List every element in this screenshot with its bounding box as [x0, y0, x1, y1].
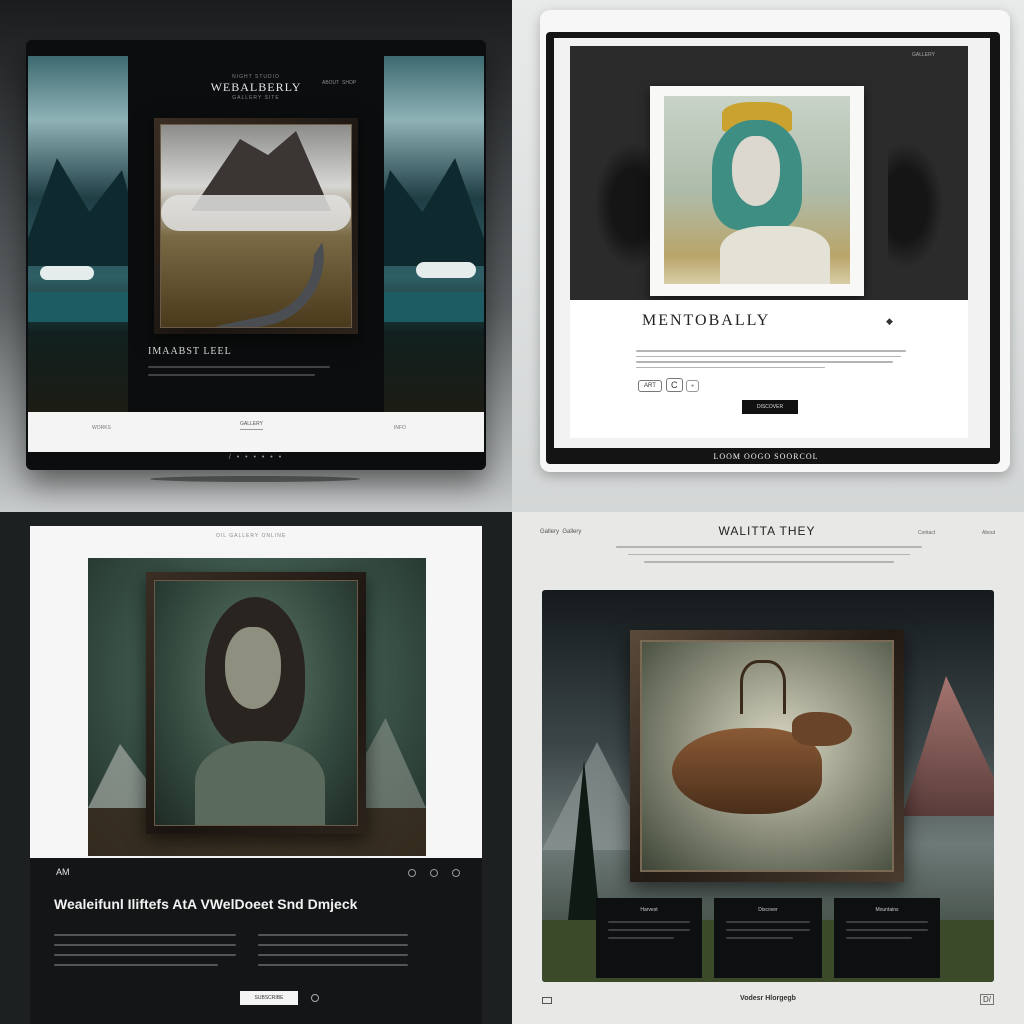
footer-link-works[interactable]: WORKS — [92, 425, 111, 431]
nav-about[interactable]: About — [982, 530, 995, 536]
site-subtitle: GALLERY SITE — [232, 95, 280, 101]
tag-art[interactable]: ART — [638, 380, 662, 392]
footer-left-icon[interactable] — [542, 997, 552, 1004]
circle-icon-3[interactable] — [452, 869, 460, 877]
monitor-frame: GALLERY MENTOBALLY ◆ ART C ● DISCOVER LO… — [540, 10, 1010, 472]
antlers — [740, 660, 786, 714]
circle-icon-4[interactable] — [311, 994, 319, 1002]
card-mountains[interactable]: Mountains — [834, 898, 940, 978]
portrait-heading: MENTOBALLY — [642, 312, 771, 329]
stag-head — [792, 712, 852, 746]
nav-contact[interactable]: Contact — [918, 530, 935, 536]
top-text: OIL GALLERY ONLINE — [216, 533, 287, 539]
site-title: WEBALBERLY — [210, 80, 302, 94]
card-mountains-title: Mountains — [875, 907, 899, 913]
quadrant-woman-portrait: OIL GALLERY ONLINE AM Wealeifunl Iliftef… — [0, 512, 512, 1024]
quadrant-stag-gallery: Gallery Gallery WALITTA THEY Contact Abo… — [512, 512, 1024, 1024]
intro-text — [616, 546, 922, 563]
nav-link-shop[interactable]: SHOP — [342, 80, 356, 86]
right-wing-ornament — [888, 142, 944, 268]
circle-icon-2[interactable] — [430, 869, 438, 877]
footer-text: LOOM OOGO SOORCOL — [713, 452, 819, 461]
right-landscape-panel — [384, 56, 484, 412]
subscribe-button[interactable]: SUBSCRIBE — [240, 991, 298, 1005]
tag-c[interactable]: C — [666, 378, 683, 392]
screen: GALLERY MENTOBALLY ◆ ART C ● DISCOVER LO… — [546, 32, 1000, 464]
device-shadow — [150, 476, 360, 482]
left-nav[interactable]: Gallery Gallery — [540, 529, 581, 535]
text-column-left — [54, 934, 236, 966]
brand-mark: AM — [56, 867, 70, 877]
footer-center: Vodesr Hlorgegb — [740, 995, 796, 1002]
device-frame: NIGHT STUDIO WEBALBERLY GALLERY SITE ABO… — [26, 40, 486, 470]
left-wing-ornament — [594, 142, 650, 268]
tag-dot[interactable]: ● — [686, 380, 700, 392]
pagination-dots[interactable]: / • • • • • • — [196, 454, 316, 461]
headline: Wealeifunl Iliftefs AtA VWelDoeet Snd Dm… — [54, 896, 358, 912]
framed-woman-painting[interactable] — [146, 572, 366, 834]
footer-link-info[interactable]: INFO — [394, 425, 406, 431]
card-harvest[interactable]: Harvest — [596, 898, 702, 978]
card-discover[interactable]: Discover — [714, 898, 822, 978]
face-shape — [225, 627, 281, 709]
discover-button[interactable]: DISCOVER — [742, 400, 798, 414]
diamond-icon[interactable]: ◆ — [886, 316, 893, 327]
quadrant-portrait-gallery: GALLERY MENTOBALLY ◆ ART C ● DISCOVER LO… — [512, 0, 1024, 512]
page-title: WALITTA THEY — [718, 524, 816, 538]
framed-road-painting[interactable] — [154, 118, 358, 334]
left-landscape-panel — [28, 56, 128, 412]
quadrant-dark-landscape: NIGHT STUDIO WEBALBERLY GALLERY SITE ABO… — [0, 0, 512, 512]
face-shape — [732, 136, 780, 206]
mountain-right — [902, 676, 994, 816]
top-link[interactable]: GALLERY — [912, 52, 935, 58]
footer-right-icon[interactable]: D/ — [980, 994, 994, 1005]
text-column-right — [258, 934, 408, 966]
footer-bar: WORKS GALLERY INFO — [28, 412, 484, 452]
card-discover-title: Discover — [758, 907, 778, 913]
framed-portrait[interactable] — [650, 86, 864, 296]
body-text — [636, 350, 906, 368]
footer-link-gallery[interactable]: GALLERY — [240, 421, 263, 430]
card-harvest-title: Harvest — [640, 907, 658, 913]
caption-text — [148, 366, 330, 376]
circle-icon-1[interactable] — [408, 869, 416, 877]
caption-heading: IMAABST LEEL — [148, 346, 232, 357]
ornate-frame[interactable] — [630, 630, 904, 882]
nav-link-about[interactable]: ABOUT — [322, 80, 339, 86]
